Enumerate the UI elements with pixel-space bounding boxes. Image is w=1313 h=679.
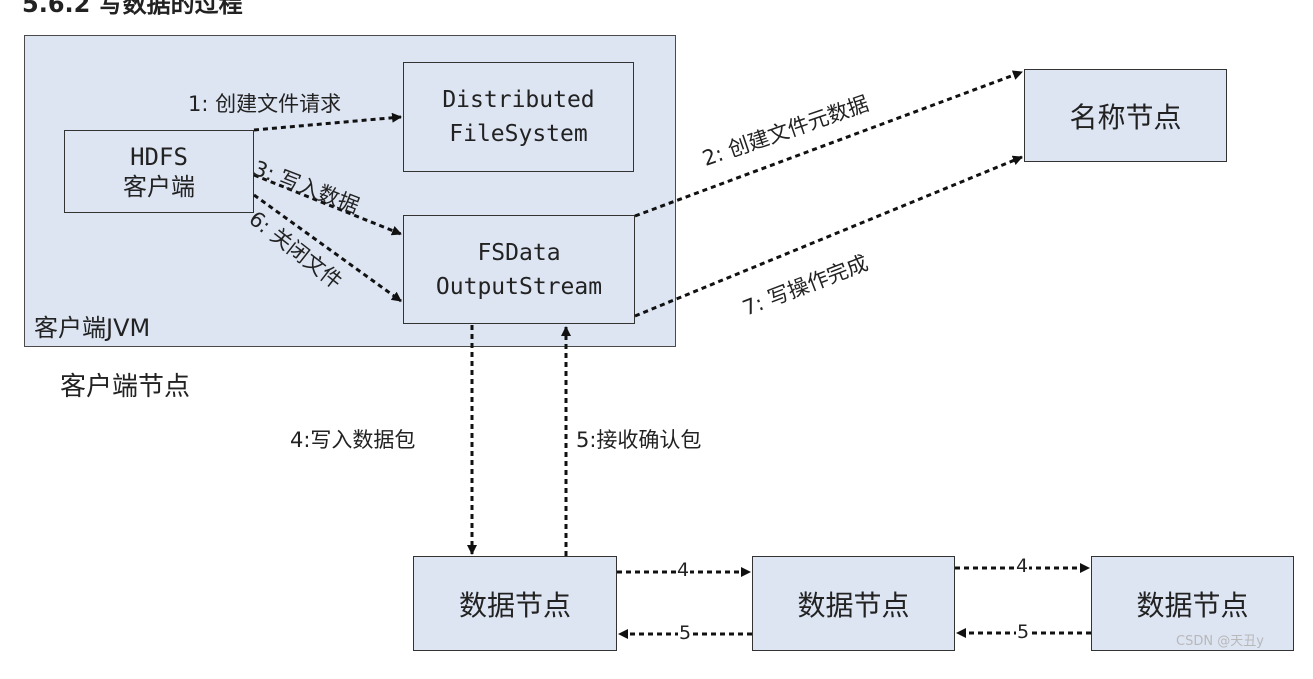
dn-step-4a-label: 4 [676, 559, 691, 581]
step-5-label: 5:接收确认包 [576, 428, 702, 452]
dn-step-5a-label: 5 [678, 622, 693, 644]
arrow-7-write-complete [634, 155, 1023, 318]
dn-step-4b-label: 4 [1015, 555, 1030, 577]
arrow-2-create-metadata [634, 70, 1023, 218]
step-4-label: 4:写入数据包 [290, 428, 416, 452]
dn-step-5b-label: 5 [1016, 621, 1031, 643]
watermark: CSDN @天丑y [1176, 634, 1264, 649]
step-1-label: 1: 创建文件请求 [188, 92, 342, 116]
arrow-1-create-request [253, 112, 402, 132]
